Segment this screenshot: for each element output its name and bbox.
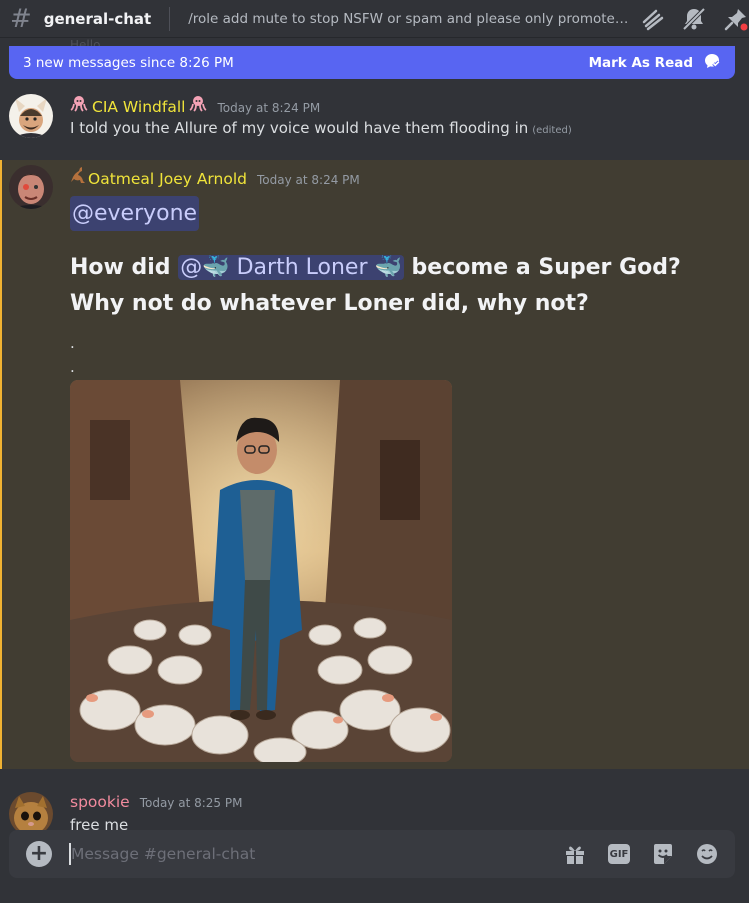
mention-user[interactable]: @🐳 Darth Loner 🐳 xyxy=(178,255,404,280)
message-timestamp[interactable]: Today at 8:25 PM xyxy=(140,796,243,810)
add-attachment-icon[interactable]: + xyxy=(26,841,52,867)
header-toolbar xyxy=(639,6,749,32)
edited-label: (edited) xyxy=(532,125,572,136)
gif-label: GIF xyxy=(608,844,630,864)
channel-topic[interactable]: /role add mute to stop NSFW or spam and … xyxy=(188,11,631,27)
avatar[interactable] xyxy=(9,94,53,138)
message-body: I told you the Allure of my voice would … xyxy=(70,119,572,137)
dot-line: . xyxy=(70,334,75,352)
message-input[interactable]: Message #general-chat xyxy=(71,845,563,863)
image-attachment[interactable] xyxy=(70,380,452,762)
message-text: I told you the Allure of my voice would … xyxy=(70,119,529,137)
mention-everyone[interactable]: @everyone xyxy=(70,196,200,231)
bottom-spacer xyxy=(0,878,749,903)
header-divider xyxy=(169,6,171,31)
author-name[interactable]: Oatmeal Joey Arnold xyxy=(88,170,247,188)
dot-line: . xyxy=(70,358,75,376)
avatar[interactable] xyxy=(9,165,53,209)
mark-read-icon xyxy=(703,52,721,74)
gift-icon[interactable] xyxy=(563,842,587,866)
gif-icon[interactable]: GIF xyxy=(607,842,631,866)
message-cia-windfall[interactable]: CIA Windfall Today at 8:24 PM I told you… xyxy=(0,86,749,160)
mark-as-read-button[interactable]: Mark As Read xyxy=(589,52,721,74)
message-heading: How did @🐳 Darth Loner 🐳 become a Super … xyxy=(70,250,740,322)
composer-toolbar: GIF xyxy=(563,842,719,866)
threads-icon[interactable] xyxy=(639,6,665,32)
channel-header: # general-chat /role add mute to stop NS… xyxy=(0,0,749,38)
question-prefix: How did xyxy=(70,255,171,280)
hash-icon: # xyxy=(10,3,32,34)
emoji-icon[interactable] xyxy=(695,842,719,866)
author-name[interactable]: CIA Windfall xyxy=(92,98,185,116)
message-header: spookie Today at 8:25 PM xyxy=(70,793,242,811)
mark-as-read-label: Mark As Read xyxy=(588,54,693,71)
new-messages-bar[interactable]: 3 new messages since 8:26 PM Mark As Rea… xyxy=(9,46,735,79)
kangaroo-icon xyxy=(70,166,86,188)
message-timestamp[interactable]: Today at 8:24 PM xyxy=(257,173,360,187)
author-name[interactable]: spookie xyxy=(70,793,130,811)
octopus-icon xyxy=(189,94,207,116)
message-header: Oatmeal Joey Arnold Today at 8:24 PM xyxy=(70,166,360,188)
message-timestamp[interactable]: Today at 8:24 PM xyxy=(217,101,320,115)
channel-name[interactable]: general-chat xyxy=(44,10,152,28)
message-header: CIA Windfall Today at 8:24 PM xyxy=(70,94,320,116)
message-composer: + Message #general-chat GIF xyxy=(9,830,735,878)
notifications-muted-icon[interactable] xyxy=(681,6,707,32)
sticker-icon[interactable] xyxy=(651,842,675,866)
octopus-icon xyxy=(70,94,88,116)
pinned-icon[interactable] xyxy=(723,6,749,32)
new-messages-text[interactable]: 3 new messages since 8:26 PM xyxy=(23,55,234,71)
